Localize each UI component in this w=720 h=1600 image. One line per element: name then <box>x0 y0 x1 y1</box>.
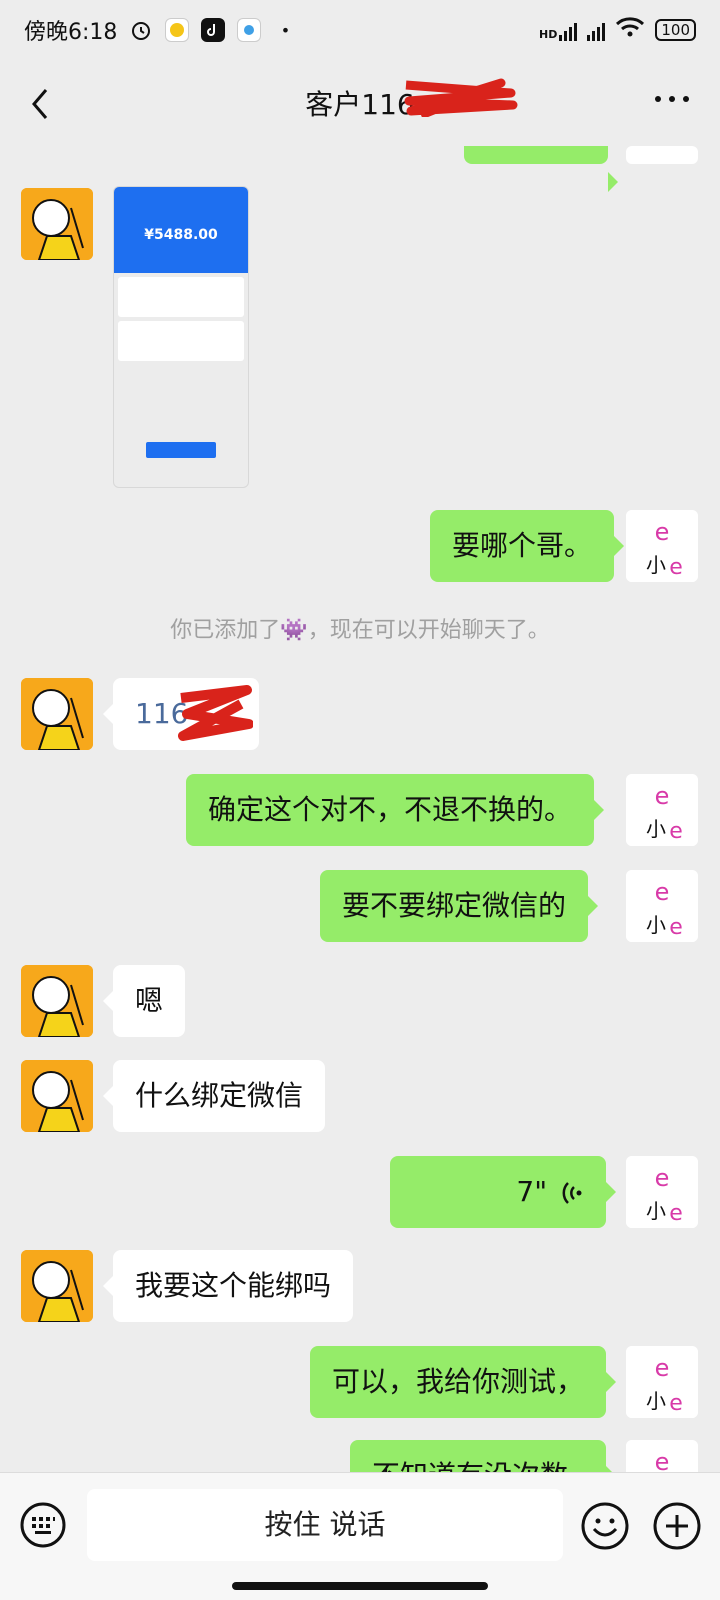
system-note: 你已添加了👾，现在可以开始聊天了。 <box>170 618 550 643</box>
alarm-icon <box>129 18 153 42</box>
payment-screenshot-image[interactable]: ¥5488.00 <box>113 186 249 488</box>
avatar-me[interactable] <box>626 146 698 164</box>
avatar-customer[interactable] <box>21 965 93 1037</box>
svg-text:e: e <box>655 1164 670 1192</box>
message-bubble-cut[interactable] <box>464 146 618 192</box>
voice-wave-icon <box>562 1182 582 1204</box>
redaction-scribble <box>404 78 518 117</box>
chevron-left-icon <box>32 89 48 119</box>
avatar-me[interactable]: e小e <box>626 1346 698 1418</box>
app-notification-icon <box>165 18 190 42</box>
signal-1-icon: HD <box>539 19 578 41</box>
svg-text:小: 小 <box>646 1199 666 1223</box>
svg-text:e: e <box>669 1201 683 1226</box>
message-text: 要不要绑定微信的 <box>342 889 567 922</box>
message-text: 可以，我给你测试， <box>332 1365 585 1398</box>
message-bubble[interactable]: 可以，我给你测试， <box>310 1346 617 1418</box>
chat-title-wrap: 客户116 <box>305 78 518 123</box>
message-text: 什么绑定微信 <box>135 1079 304 1112</box>
message-bubble[interactable]: 嗯 <box>102 965 186 1037</box>
svg-text:e: e <box>655 782 670 810</box>
svg-text:小: 小 <box>646 817 666 841</box>
status-time: 傍晚6:18 <box>24 20 118 45</box>
message-text: 要哪个哥。 <box>452 529 593 562</box>
avatar-customer[interactable] <box>21 678 93 750</box>
status-right: HD 100 <box>539 0 696 60</box>
svg-text:小: 小 <box>646 913 666 937</box>
avatar-customer[interactable] <box>21 1060 93 1132</box>
back-button[interactable] <box>22 84 62 124</box>
signal-2-icon <box>587 19 606 41</box>
home-indicator[interactable] <box>232 1582 488 1590</box>
payment-done-button <box>146 442 216 458</box>
network-label: HD <box>539 28 558 41</box>
ellipsis-icon <box>655 96 689 102</box>
svg-text:e: e <box>669 915 683 940</box>
status-bar: 傍晚6:18 • HD 100 <box>0 0 720 60</box>
svg-text:e: e <box>655 878 670 906</box>
tiktok-icon <box>201 18 226 42</box>
avatar-customer[interactable] <box>21 1250 93 1322</box>
message-bubble[interactable]: 什么绑定微信 <box>102 1060 326 1132</box>
avatar-me[interactable]: e小e <box>626 510 698 582</box>
wifi-icon <box>615 16 645 44</box>
message-bubble[interactable]: 我要这个能绑吗 <box>102 1250 354 1322</box>
voice-message-bubble[interactable]: 7" <box>390 1156 616 1228</box>
svg-text:e: e <box>655 518 670 546</box>
avatar-me[interactable]: e小e <box>626 870 698 942</box>
battery-icon: 100 <box>655 19 696 41</box>
message-bubble[interactable]: 确定这个对不，不退不换的。 <box>186 774 605 846</box>
message-text: 我要这个能绑吗 <box>135 1269 332 1302</box>
svg-text:e: e <box>669 819 683 844</box>
plus-icon <box>653 1502 701 1550</box>
message-bubble[interactable]: 116 <box>103 678 259 750</box>
payment-amount: ¥5488.00 <box>144 227 218 243</box>
svg-text:e: e <box>669 555 683 580</box>
svg-text:e: e <box>669 1391 683 1416</box>
redaction-scribble <box>178 685 253 741</box>
more-actions-button[interactable] <box>652 1501 702 1551</box>
avatar-me[interactable]: e小e <box>626 774 698 846</box>
avatar-me[interactable]: e小e <box>626 1156 698 1228</box>
chat-title: 客户116 <box>305 88 415 121</box>
message-text: 确定这个对不，不退不换的。 <box>208 793 573 826</box>
message-bubble[interactable]: 要哪个哥。 <box>430 510 625 582</box>
input-bar: 按住 说话 <box>0 1472 720 1600</box>
payment-card-2 <box>118 321 244 361</box>
svg-text:小: 小 <box>646 553 666 577</box>
more-options-button[interactable] <box>652 90 692 114</box>
emoji-button[interactable] <box>580 1501 630 1551</box>
payment-card-1 <box>118 277 244 317</box>
message-text: 嗯 <box>135 984 164 1017</box>
svg-text:小: 小 <box>646 1389 666 1413</box>
keyboard-toggle-button[interactable] <box>19 1501 67 1549</box>
chat-header: 客户116 <box>0 60 720 146</box>
avatar-customer[interactable] <box>21 188 93 260</box>
more-notifications-dot: • <box>280 20 291 40</box>
svg-text:e: e <box>655 1354 670 1382</box>
payment-header: ¥5488.00 <box>114 187 248 273</box>
voice-duration: 7" <box>516 1175 548 1208</box>
keyboard-icon <box>20 1502 66 1548</box>
message-bubble[interactable]: 要不要绑定微信的 <box>320 870 599 942</box>
emoji-icon <box>581 1502 629 1550</box>
chat-app-icon <box>237 18 262 42</box>
hold-to-talk-button[interactable]: 按住 说话 <box>87 1489 563 1561</box>
